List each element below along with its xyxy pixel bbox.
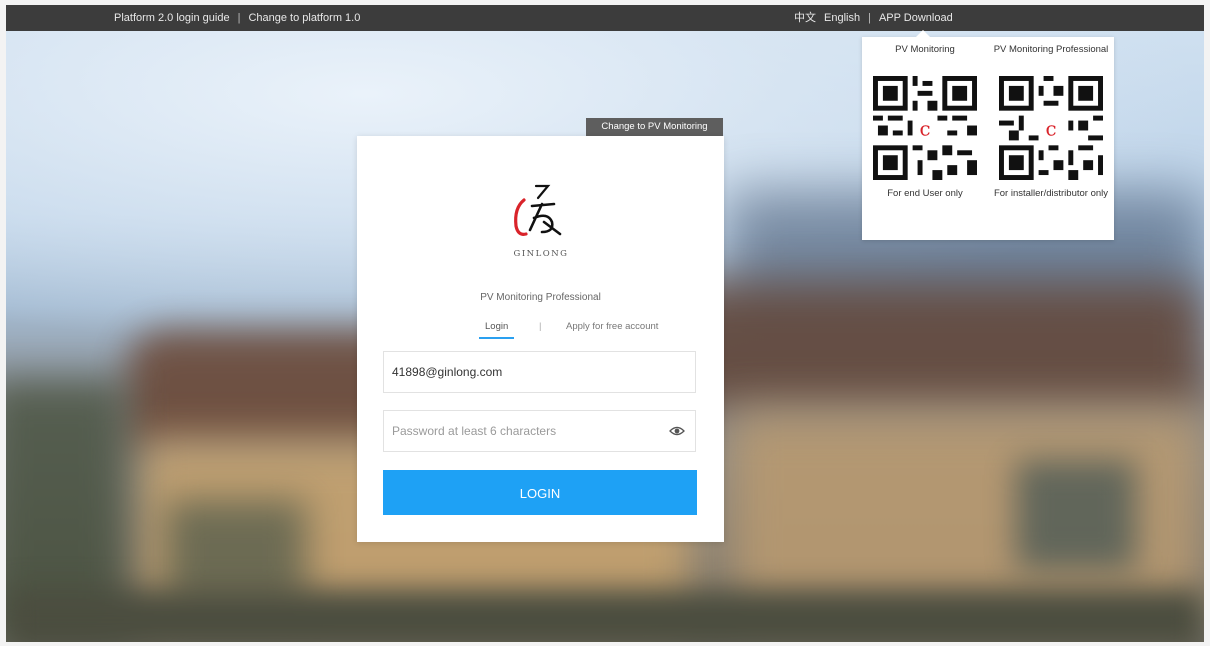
password-field[interactable] [384,411,652,451]
qr-code-icon: c [999,76,1103,180]
login-card: GINLONG PV Monitoring Professional Login… [357,136,724,542]
auth-tabs: Login | Apply for free account [357,321,724,341]
show-password-eye-icon[interactable] [669,425,685,437]
qr-column-pv-monitoring-professional: PV Monitoring Professional c For install… [988,37,1114,199]
language-english-link[interactable]: English [824,5,860,31]
language-chinese-link[interactable]: 中文 [794,5,816,31]
login-button[interactable]: LOGIN [383,470,697,515]
top-bar: Platform 2.0 login guide | Change to pla… [6,5,1204,31]
separator: | [237,12,241,24]
tab-apply-free-account[interactable]: Apply for free account [566,321,658,332]
email-field-wrapper [383,351,696,393]
svg-text:c: c [919,117,930,140]
password-field-wrapper [383,410,696,452]
separator: | [868,12,871,24]
qr-code-icon: c [873,76,977,180]
qr-title: PV Monitoring [895,44,955,55]
tab-login[interactable]: Login [478,321,515,339]
app-download-link[interactable]: APP Download [879,5,953,31]
ginlong-logo: GINLONG [514,184,569,259]
qr-caption: For installer/distributor only [993,188,1109,199]
login-guide-link[interactable]: Platform 2.0 login guide [114,5,230,31]
qr-column-pv-monitoring: PV Monitoring c For end User only [862,37,988,199]
qr-title: PV Monitoring Professional [993,44,1109,55]
app-download-popover: PV Monitoring c For end User only PV Mon… [862,30,1114,240]
product-name: PV Monitoring Professional [480,292,601,303]
separator: | [539,321,542,332]
qr-caption: For end User only [887,188,963,199]
logo-wordmark: GINLONG [514,249,569,259]
svg-text:c: c [1045,117,1056,140]
change-to-platform-1-link[interactable]: Change to platform 1.0 [248,5,360,31]
email-field[interactable] [384,352,652,392]
page-frame: Platform 2.0 login guide | Change to pla… [0,0,1210,646]
change-to-pv-monitoring-tab[interactable]: Change to PV Monitoring [586,118,723,136]
